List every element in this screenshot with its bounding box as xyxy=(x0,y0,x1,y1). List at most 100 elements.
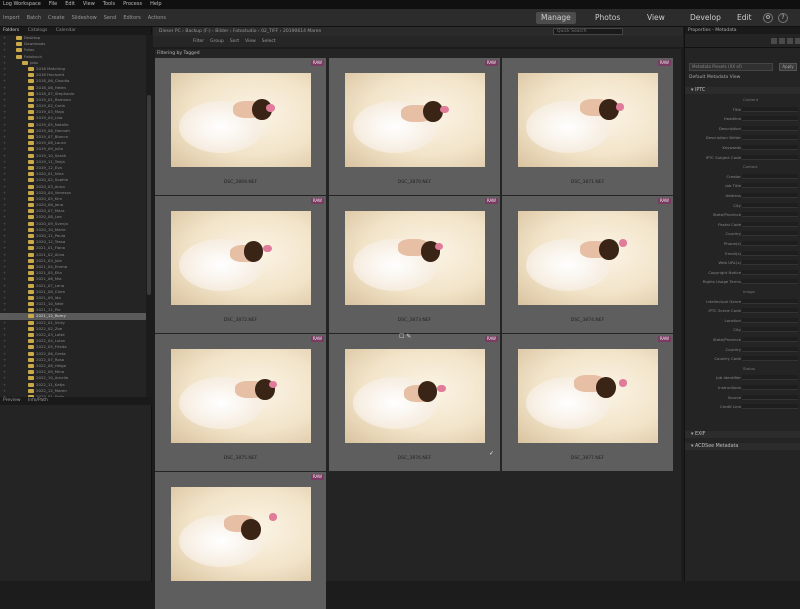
metadata-field-input[interactable] xyxy=(742,231,798,237)
metadata-field-input[interactable] xyxy=(742,404,798,410)
metadata-field[interactable]: Keywords xyxy=(685,144,800,151)
tab-preview[interactable]: Preview xyxy=(3,398,21,403)
metadata-field-input[interactable] xyxy=(742,221,798,227)
metadata-field[interactable]: Title xyxy=(685,106,800,113)
metadata-field-input[interactable] xyxy=(742,327,798,333)
metadata-field-input[interactable] xyxy=(742,317,798,323)
photo-thumbnail[interactable] xyxy=(345,211,485,305)
metadata-field-input[interactable] xyxy=(742,269,798,275)
photo-thumbnail[interactable] xyxy=(171,349,311,443)
metadata-field-input[interactable] xyxy=(742,193,798,198)
tab-folders[interactable]: Folders xyxy=(3,28,19,33)
metadata-field[interactable]: Job Identifier xyxy=(685,374,800,381)
metadata-field[interactable]: Phone(s) xyxy=(685,240,800,247)
metadata-field[interactable]: Credit Line xyxy=(685,403,800,410)
tagged-checkmark-icon[interactable]: ✓ xyxy=(489,450,494,457)
toolbar-item[interactable]: Actions xyxy=(148,9,166,26)
menu-item[interactable]: Help xyxy=(150,0,161,9)
filter-menu-item[interactable]: Group xyxy=(210,39,224,44)
metadata-field-input[interactable] xyxy=(742,116,798,122)
metadata-field[interactable]: Address xyxy=(685,192,800,199)
metadata-field[interactable]: City xyxy=(685,202,800,209)
metadata-field[interactable]: Contact xyxy=(685,163,800,170)
metadata-field[interactable]: Rights Usage Terms xyxy=(685,278,800,285)
help-icon[interactable]: ? xyxy=(778,13,788,23)
mode-edit-button[interactable]: Edit xyxy=(732,12,757,24)
toolbar-item[interactable]: Slideshow xyxy=(72,9,97,26)
settings-icon[interactable]: ⚙ xyxy=(763,13,773,23)
metadata-field[interactable]: Description Writer xyxy=(685,134,800,141)
metadata-field-input[interactable] xyxy=(742,212,798,218)
metadata-section-header[interactable]: ▾ IPTC xyxy=(685,87,800,94)
metadata-toolbar-icon[interactable] xyxy=(787,38,793,44)
photo-thumbnail[interactable] xyxy=(171,211,311,305)
mode-view-button[interactable]: View xyxy=(642,12,670,24)
metadata-field-input[interactable] xyxy=(742,260,798,266)
metadata-field-input[interactable] xyxy=(742,241,798,246)
thumbnail-item[interactable]: RAW DSC_3874.NEF xyxy=(502,196,673,333)
metadata-field[interactable]: State/Province xyxy=(685,211,800,218)
metadata-field[interactable]: Postal Code xyxy=(685,221,800,228)
folder-tree-scrollbar[interactable] xyxy=(146,35,152,397)
thumbnail-item[interactable]: RAW DSC_3876.NEF ☐ ✎ ✓ xyxy=(329,333,500,471)
metadata-field-input[interactable] xyxy=(742,375,798,381)
photo-thumbnail[interactable] xyxy=(345,73,485,167)
metadata-field-input[interactable] xyxy=(742,279,798,285)
thumbnail-item[interactable]: RAW DSC_3877.NEF xyxy=(502,334,673,471)
metadata-field-input[interactable] xyxy=(742,125,798,131)
metadata-section-header[interactable]: ▾ ACDSee Metadata xyxy=(685,443,800,450)
metadata-field-input[interactable] xyxy=(742,135,798,141)
scrollbar-thumb[interactable] xyxy=(147,95,151,295)
menu-item[interactable]: Log Workspace xyxy=(3,0,41,9)
thumbnail-item[interactable]: RAW DSC_3870.NEF xyxy=(329,58,500,195)
metadata-field-input[interactable] xyxy=(742,183,798,189)
metadata-field[interactable]: IPTC Subject Code xyxy=(685,154,800,161)
metadata-field[interactable]: Country xyxy=(685,346,800,353)
mode-manage-button[interactable]: Manage xyxy=(536,12,576,24)
tab-info-path[interactable]: Info/Path xyxy=(28,398,48,403)
metadata-field[interactable]: Copyright Notice xyxy=(685,269,800,276)
menu-item[interactable]: File xyxy=(49,0,57,9)
metadata-field[interactable]: Status xyxy=(685,365,800,372)
metadata-field[interactable]: Location xyxy=(685,317,800,324)
metadata-field[interactable]: Web URL(s) xyxy=(685,259,800,266)
photo-thumbnail[interactable] xyxy=(171,487,311,581)
metadata-field[interactable]: Country xyxy=(685,230,800,237)
filter-menu-item[interactable]: Filter xyxy=(193,39,204,44)
menu-item[interactable]: View xyxy=(83,0,95,9)
metadata-field[interactable]: Content xyxy=(685,96,800,103)
filter-menu-item[interactable]: Sort xyxy=(230,39,239,44)
breadcrumb-path[interactable]: Dieser PC › Backup (F:) › Bilder › Fotos… xyxy=(159,29,321,34)
photo-thumbnail[interactable] xyxy=(518,211,658,305)
toolbar-item[interactable]: Import xyxy=(3,9,20,26)
metadata-field[interactable]: Source xyxy=(685,394,800,401)
metadata-toolbar-icon[interactable] xyxy=(795,38,800,44)
tab-catalogs[interactable]: Catalogs xyxy=(28,28,48,33)
metadata-field[interactable]: Headline xyxy=(685,115,800,122)
metadata-field-input[interactable] xyxy=(742,202,798,208)
metadata-field-input[interactable] xyxy=(742,394,798,400)
metadata-field[interactable]: City xyxy=(685,326,800,333)
metadata-field-input[interactable] xyxy=(742,298,798,304)
thumbnail-overlay-controls[interactable]: ☐ ✎ xyxy=(399,333,411,340)
thumbnail-item[interactable]: RAW DSC_3873.NEF xyxy=(329,196,500,333)
metadata-field-input[interactable] xyxy=(742,106,798,112)
toolbar-item[interactable]: Editors xyxy=(123,9,140,26)
toolbar-item[interactable]: Create xyxy=(48,9,65,26)
metadata-field[interactable]: Intellectual Genre xyxy=(685,298,800,305)
metadata-field-input[interactable] xyxy=(742,145,798,150)
thumbnail-item[interactable]: RAW DSC_3872.NEF xyxy=(155,196,326,333)
metadata-toolbar-icon[interactable] xyxy=(771,38,777,44)
thumbnail-item[interactable]: RAW DSC_3875.NEF xyxy=(155,334,326,471)
metadata-section-header[interactable]: ▾ EXIF xyxy=(685,431,800,438)
tab-calendar[interactable]: Calendar xyxy=(56,28,76,33)
metadata-field[interactable]: IPTC Scene Code xyxy=(685,307,800,314)
metadata-field-input[interactable] xyxy=(742,308,798,314)
filter-menu-item[interactable]: View xyxy=(245,39,256,44)
thumbnail-item[interactable]: RAW DSC_3871.NEF xyxy=(502,58,673,195)
mode-photos-button[interactable]: Photos xyxy=(590,12,625,24)
metadata-field-input[interactable] xyxy=(742,385,798,390)
menu-item[interactable]: Edit xyxy=(65,0,75,9)
metadata-field[interactable]: Email(s) xyxy=(685,250,800,257)
filter-menu-item[interactable]: Select xyxy=(262,39,276,44)
